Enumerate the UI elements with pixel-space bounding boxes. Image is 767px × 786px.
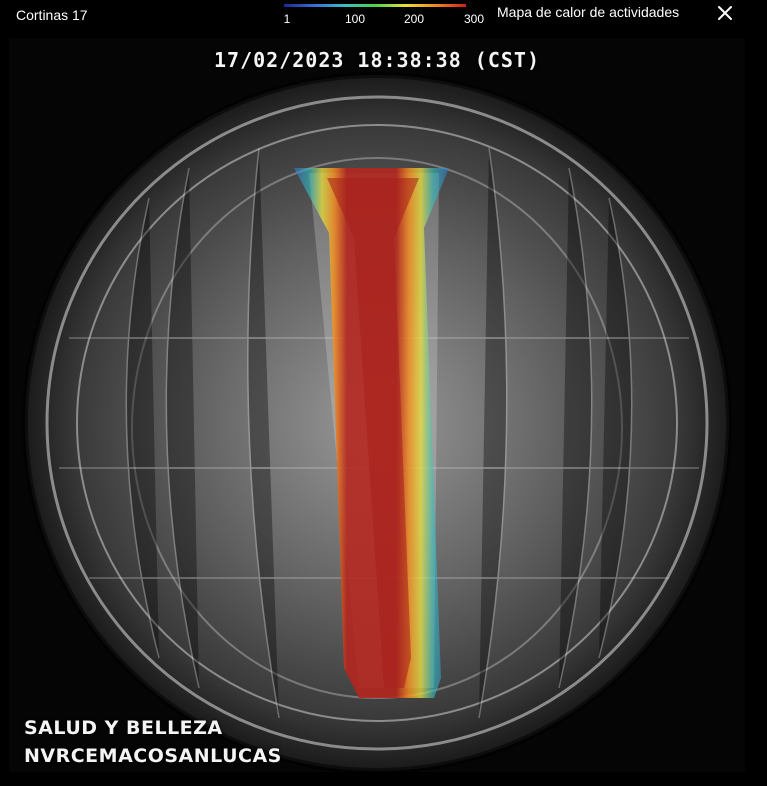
legend-tick-100: 100: [344, 12, 366, 26]
camera-title: Cortinas 17: [16, 7, 88, 23]
close-icon: [718, 6, 732, 20]
recorder-name-label: NVRCEMACOSANLUCAS: [24, 745, 282, 767]
video-timestamp: 17/02/2023 18:38:38 (CST): [213, 48, 541, 72]
legend-tick-1: 1: [283, 12, 291, 26]
close-button[interactable]: [714, 2, 736, 24]
heatmap-legend: 1 100 200 300: [280, 0, 484, 34]
legend-tick-200: 200: [403, 12, 425, 26]
panel-title: Mapa de calor de actividades: [497, 4, 680, 20]
camera-location-label: SALUD Y BELLEZA: [24, 717, 223, 739]
top-bar: Cortinas 17 1 100 200 300 Mapa de calor …: [0, 0, 767, 34]
camera-feed[interactable]: 17/02/2023 18:38:38 (CST) SALUD Y BELLEZ…: [9, 38, 745, 772]
legend-tick-300: 300: [463, 12, 485, 26]
fisheye-scene: [22, 72, 732, 772]
legend-color-scale: [284, 4, 466, 7]
